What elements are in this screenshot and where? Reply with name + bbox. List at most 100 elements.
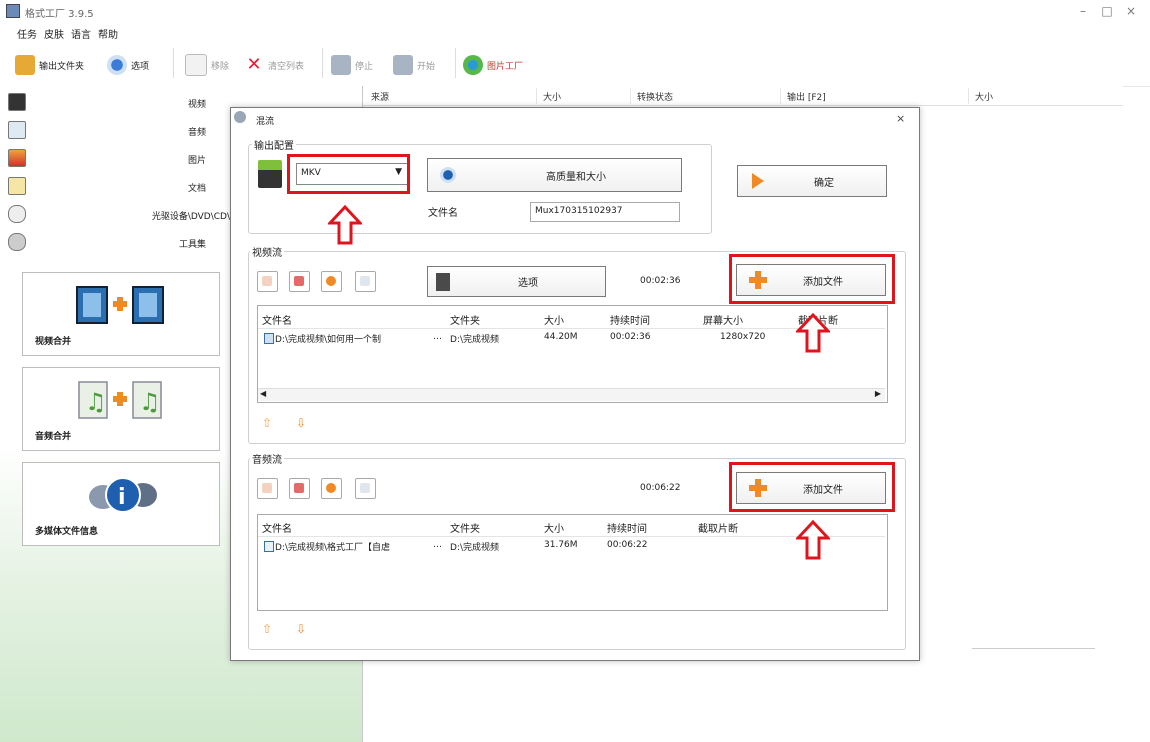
- scroll-right-icon[interactable]: ▶: [875, 389, 881, 398]
- audio-col-duration[interactable]: 持续时间: [607, 520, 647, 535]
- audio-col-clip[interactable]: 截取片断: [698, 520, 738, 535]
- move-down-icon[interactable]: ⇩: [296, 416, 306, 430]
- column-size[interactable]: 大小: [543, 90, 561, 103]
- annotation-arrow-up-icon: [328, 205, 362, 245]
- maximize-icon[interactable]: □: [1100, 4, 1114, 18]
- video-remove-button[interactable]: [289, 271, 310, 292]
- video-duration: 00:02:36: [640, 276, 681, 286]
- sidebar-item-picture[interactable]: 图片: [0, 144, 228, 172]
- remove-button[interactable]: 移除: [185, 54, 229, 76]
- window-title: 格式工厂 3.9.5: [25, 9, 94, 20]
- app-icon: [6, 4, 20, 18]
- stop-button[interactable]: 停止: [331, 54, 373, 76]
- video-play-button[interactable]: [321, 271, 342, 292]
- play-icon: [326, 276, 336, 286]
- sidebar-item-optical-drive[interactable]: 光驱设备\DVD\CD\: [0, 200, 230, 228]
- mux-dialog-icon: [234, 111, 246, 123]
- scroll-left-icon[interactable]: ◀: [260, 389, 266, 398]
- move-down-icon[interactable]: ⇩: [296, 622, 306, 636]
- column-status[interactable]: 转换状态: [637, 90, 673, 103]
- sidebar-item-toolbox[interactable]: 工具集: [0, 228, 228, 256]
- svg-text:♫: ♫: [85, 388, 107, 416]
- ok-button[interactable]: 确定: [737, 165, 887, 197]
- column-divider: [536, 88, 537, 104]
- title-bar: [0, 0, 1150, 22]
- audio-add-small-button[interactable]: [257, 478, 278, 499]
- video-info-button[interactable]: [355, 271, 376, 292]
- tool-audio-merge[interactable]: ♫ ♫ 音频合并: [22, 367, 220, 451]
- video-stream-title: 视频流: [250, 244, 284, 259]
- remove-icon: [294, 276, 304, 286]
- clear-x-icon: ✕: [246, 54, 262, 75]
- audio-col-filename[interactable]: 文件名: [262, 520, 292, 535]
- move-up-icon[interactable]: ⇧: [262, 416, 272, 430]
- video-list-divider: [258, 328, 885, 329]
- quality-gear-icon: [440, 167, 456, 183]
- audio-col-folder[interactable]: 文件夹: [450, 520, 480, 535]
- menu-language[interactable]: 语言: [71, 26, 91, 41]
- info-icon: i: [89, 477, 157, 513]
- info-list-icon: [360, 276, 370, 286]
- audio-info-button[interactable]: [355, 478, 376, 499]
- audio-file-list: [257, 514, 888, 611]
- annotation-arrow-up-icon: [796, 520, 830, 560]
- picture-icon: [8, 149, 26, 167]
- tools-icon: [8, 233, 26, 251]
- svg-text:♫: ♫: [139, 388, 161, 416]
- toolbar-divider: [173, 48, 174, 78]
- minimize-icon[interactable]: –: [1076, 4, 1090, 18]
- filename-input[interactable]: Mux170315102937: [530, 202, 680, 222]
- video-col-folder[interactable]: 文件夹: [450, 312, 480, 327]
- tool-media-info[interactable]: i 多媒体文件信息: [22, 462, 220, 546]
- output-folder-button[interactable]: 输出文件夹: [15, 54, 84, 76]
- menu-help[interactable]: 帮助: [98, 26, 118, 41]
- video-col-duration[interactable]: 持续时间: [610, 312, 650, 327]
- arrow-right-icon: [752, 173, 764, 189]
- music-icon: [8, 121, 26, 139]
- picture-factory-icon: [463, 55, 483, 75]
- video-col-filename[interactable]: 文件名: [262, 312, 292, 327]
- audio-remove-button[interactable]: [289, 478, 310, 499]
- sidebar-item-audio[interactable]: 音频: [0, 116, 228, 144]
- audio-play-button[interactable]: [321, 478, 342, 499]
- remove-icon: [294, 483, 304, 493]
- quality-size-button[interactable]: 高质量和大小: [427, 158, 682, 192]
- dialog-close-icon[interactable]: ×: [896, 112, 905, 125]
- video-options-button[interactable]: 选项: [427, 266, 606, 297]
- clear-list-button[interactable]: ✕ 清空列表: [244, 54, 304, 76]
- start-button[interactable]: 开始: [393, 54, 435, 76]
- column-output-size[interactable]: 大小: [975, 90, 993, 103]
- folder-icon: [15, 55, 35, 75]
- toolbar-divider: [455, 48, 456, 78]
- annotation-arrow-up-icon: [796, 313, 830, 353]
- table-row[interactable]: D:\完成视频\格式工厂【自虐 … D:\完成视频 31.76M 00:06:2…: [258, 538, 885, 553]
- video-horizontal-scrollbar[interactable]: ◀ ▶: [258, 388, 885, 401]
- video-add-small-button[interactable]: [257, 271, 278, 292]
- ellipsis-text: …: [433, 540, 442, 550]
- table-row[interactable]: D:\完成视频\如何用一个制 … D:\完成视频 44.20M 00:02:36…: [258, 330, 885, 345]
- menu-task[interactable]: 任务: [17, 26, 37, 41]
- sidebar-item-video[interactable]: 视频: [0, 88, 228, 116]
- stop-icon: [331, 55, 351, 75]
- column-output[interactable]: 输出 [F2]: [787, 90, 826, 103]
- mkv-format-icon: [258, 160, 282, 188]
- tool-video-merge[interactable]: 视频合并: [22, 272, 220, 356]
- column-source[interactable]: 来源: [371, 90, 389, 103]
- gear-icon: [107, 55, 127, 75]
- play-icon: [326, 483, 336, 493]
- options-button[interactable]: 选项: [107, 54, 149, 76]
- audio-stream-title: 音频流: [250, 451, 284, 466]
- highlight-format-box: [287, 154, 410, 194]
- video-col-screen[interactable]: 屏幕大小: [703, 312, 743, 327]
- menu-skin[interactable]: 皮肤: [44, 26, 64, 41]
- picture-factory-button[interactable]: 图片工厂: [463, 54, 523, 76]
- close-icon[interactable]: ×: [1124, 4, 1138, 18]
- video-col-size[interactable]: 大小: [544, 312, 564, 327]
- svg-text:i: i: [118, 485, 126, 510]
- video-merge-icon: [76, 286, 164, 324]
- audio-merge-icon: ♫ ♫: [78, 381, 162, 419]
- move-up-icon[interactable]: ⇧: [262, 622, 272, 636]
- audio-col-size[interactable]: 大小: [544, 520, 564, 535]
- sidebar-item-document[interactable]: 文档: [0, 172, 228, 200]
- column-divider: [968, 88, 969, 104]
